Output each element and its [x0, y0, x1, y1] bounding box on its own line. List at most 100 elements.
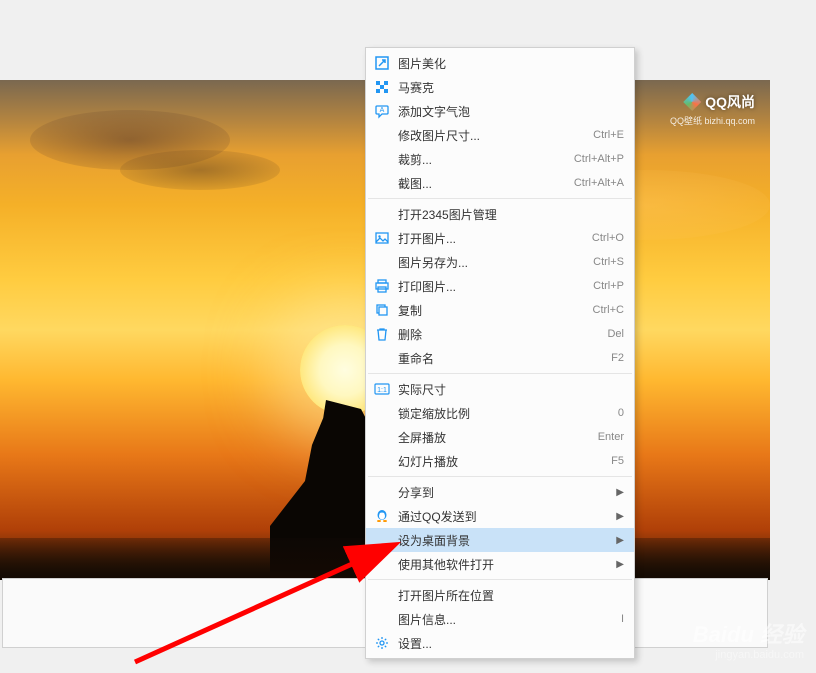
menu-item-saveas[interactable]: 图片另存为...Ctrl+S — [366, 250, 634, 274]
watermark: Baidu 经验 jingyan.baidu.com — [693, 617, 804, 661]
menu-item-capture[interactable]: 截图...Ctrl+Alt+A — [366, 171, 634, 195]
menu-label: 使用其他软件打开 — [398, 556, 616, 573]
menu-item-location[interactable]: 打开图片所在位置 — [366, 583, 634, 607]
blank-icon — [372, 252, 392, 272]
blank-icon — [372, 609, 392, 629]
menu-shortcut: F2 — [611, 352, 624, 364]
menu-shortcut: Ctrl+C — [593, 304, 624, 316]
watermark-main: Baidu 经验 — [693, 617, 804, 649]
menu-label: 图片另存为... — [398, 254, 593, 271]
blank-icon — [372, 348, 392, 368]
decor-cloud — [120, 150, 280, 190]
menu-item-rename[interactable]: 重命名F2 — [366, 346, 634, 370]
blank-icon — [372, 482, 392, 502]
blank-icon — [372, 125, 392, 145]
menu-item-print[interactable]: 打印图片...Ctrl+P — [366, 274, 634, 298]
chevron-right-icon: ▶ — [616, 487, 624, 498]
menu-item-lockzoom[interactable]: 锁定缩放比例0 — [366, 401, 634, 425]
menu-label: 马赛克 — [398, 79, 624, 96]
menu-shortcut: Enter — [598, 431, 624, 443]
menu-label: 打开2345图片管理 — [398, 206, 624, 223]
blank-icon — [372, 427, 392, 447]
menu-item-info[interactable]: 图片信息...I — [366, 607, 634, 631]
menu-item-delete[interactable]: 删除Del — [366, 322, 634, 346]
qq-logo-icon — [683, 93, 701, 111]
image-icon — [372, 228, 392, 248]
menu-item-qqsend[interactable]: 通过QQ发送到▶ — [366, 504, 634, 528]
copy-icon — [372, 300, 392, 320]
menu-shortcut: I — [621, 613, 624, 625]
menu-label: 复制 — [398, 302, 593, 319]
menu-label: 添加文字气泡 — [398, 103, 624, 120]
menu-label: 打开图片... — [398, 230, 592, 247]
blank-icon — [372, 530, 392, 550]
menu-separator — [368, 579, 632, 580]
menu-label: 重命名 — [398, 350, 611, 367]
menu-shortcut: Ctrl+S — [593, 256, 624, 268]
menu-item-settings[interactable]: 设置... — [366, 631, 634, 655]
menu-shortcut: Ctrl+P — [593, 280, 624, 292]
menu-item-copy[interactable]: 复制Ctrl+C — [366, 298, 634, 322]
menu-separator — [368, 476, 632, 477]
source-logo-sub: QQ壁纸 bizhi.qq.com — [670, 114, 755, 127]
menu-item-share[interactable]: 分享到▶ — [366, 480, 634, 504]
source-logo: QQ风尚 — [683, 92, 755, 112]
source-logo-text: QQ风尚 — [705, 92, 755, 112]
menu-item-fullscreen[interactable]: 全屏播放Enter — [366, 425, 634, 449]
menu-label: 锁定缩放比例 — [398, 405, 618, 422]
menu-item-setbg[interactable]: 设为桌面背景▶ — [366, 528, 634, 552]
menu-shortcut: 0 — [618, 407, 624, 419]
menu-label: 打开图片所在位置 — [398, 587, 624, 604]
blank-icon — [372, 585, 392, 605]
menu-shortcut: Ctrl+E — [593, 129, 624, 141]
mosaic-icon — [372, 77, 392, 97]
qq-icon — [372, 506, 392, 526]
menu-shortcut: Del — [607, 328, 624, 340]
blank-icon — [372, 173, 392, 193]
menu-shortcut: F5 — [611, 455, 624, 467]
menu-label: 全屏播放 — [398, 429, 598, 446]
bubble-icon — [372, 101, 392, 121]
chevron-right-icon: ▶ — [616, 511, 624, 522]
blank-icon — [372, 149, 392, 169]
menu-label: 裁剪... — [398, 151, 574, 168]
menu-item-openimg[interactable]: 打开图片...Ctrl+O — [366, 226, 634, 250]
menu-shortcut: Ctrl+O — [592, 232, 624, 244]
menu-separator — [368, 198, 632, 199]
gear-icon — [372, 633, 392, 653]
blank-icon — [372, 554, 392, 574]
chevron-right-icon: ▶ — [616, 559, 624, 570]
context-menu[interactable]: 图片美化马赛克添加文字气泡修改图片尺寸...Ctrl+E裁剪...Ctrl+Al… — [365, 47, 635, 659]
menu-item-actual[interactable]: 实际尺寸 — [366, 377, 634, 401]
menu-label: 设置... — [398, 635, 624, 652]
menu-item-openwith[interactable]: 使用其他软件打开▶ — [366, 552, 634, 576]
expand-icon — [372, 53, 392, 73]
menu-label: 实际尺寸 — [398, 381, 624, 398]
menu-item-textbubble[interactable]: 添加文字气泡 — [366, 99, 634, 123]
chevron-right-icon: ▶ — [616, 535, 624, 546]
menu-item-resize[interactable]: 修改图片尺寸...Ctrl+E — [366, 123, 634, 147]
watermark-sub: jingyan.baidu.com — [693, 649, 804, 661]
menu-item-slideshow[interactable]: 幻灯片播放F5 — [366, 449, 634, 473]
blank-icon — [372, 204, 392, 224]
menu-label: 截图... — [398, 175, 574, 192]
trash-icon — [372, 324, 392, 344]
menu-item-beautify[interactable]: 图片美化 — [366, 51, 634, 75]
menu-label: 幻灯片播放 — [398, 453, 611, 470]
menu-label: 通过QQ发送到 — [398, 508, 616, 525]
menu-label: 分享到 — [398, 484, 616, 501]
onetoone-icon — [372, 379, 392, 399]
menu-label: 删除 — [398, 326, 607, 343]
menu-item-crop[interactable]: 裁剪...Ctrl+Alt+P — [366, 147, 634, 171]
menu-label: 图片美化 — [398, 55, 624, 72]
menu-item-open2345[interactable]: 打开2345图片管理 — [366, 202, 634, 226]
menu-label: 修改图片尺寸... — [398, 127, 593, 144]
menu-label: 图片信息... — [398, 611, 621, 628]
menu-item-mosaic[interactable]: 马赛克 — [366, 75, 634, 99]
print-icon — [372, 276, 392, 296]
menu-label: 打印图片... — [398, 278, 593, 295]
menu-label: 设为桌面背景 — [398, 532, 616, 549]
menu-separator — [368, 373, 632, 374]
menu-shortcut: Ctrl+Alt+P — [574, 153, 624, 165]
menu-shortcut: Ctrl+Alt+A — [574, 177, 624, 189]
